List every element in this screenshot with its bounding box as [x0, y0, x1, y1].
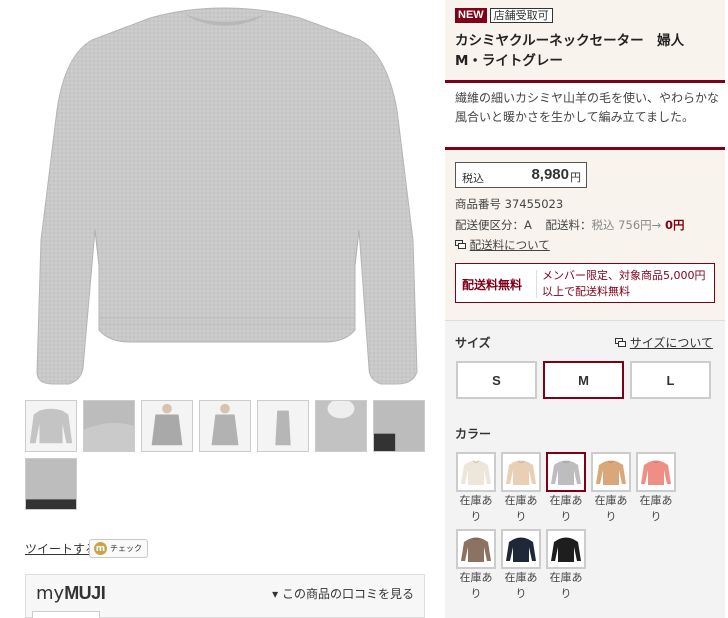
tweet-link[interactable]: ツイートする — [25, 540, 97, 557]
thumbnail-model-side[interactable] — [199, 400, 251, 452]
sweater-color-icon — [456, 529, 496, 569]
thumbnail-model-back[interactable] — [257, 400, 309, 452]
size-guide-link[interactable]: サイズについて — [614, 334, 713, 351]
sweater-color-icon — [501, 529, 541, 569]
color-swatch[interactable]: 在庫あり — [591, 452, 631, 525]
product-options-panel: サイズ サイズについて S M L カラー 在庫あり 在庫あり 在庫あり 在庫あり 在庫… — [445, 320, 725, 618]
color-swatch[interactable]: 在庫あり — [546, 452, 586, 525]
shipping-fee-link[interactable]: 配送料について — [470, 238, 550, 252]
price-amount: 8,980 — [531, 166, 569, 183]
sweater-color-icon — [501, 452, 541, 492]
mymuji-panel: myMUJI ▾ この商品の口コミを見る — [25, 574, 425, 618]
product-description: 繊維の細いカシミヤ山羊の毛を使い、やわらかな風合いと暖かさを生かして編み立てまし… — [455, 91, 720, 124]
color-swatch[interactable]: 在庫あり — [546, 529, 586, 602]
review-link[interactable]: ▾ この商品の口コミを見る — [272, 585, 414, 602]
size-option-m[interactable]: M — [543, 361, 624, 399]
sweater-color-icon — [591, 452, 631, 492]
stock-status: 在庫あり — [459, 494, 493, 523]
size-option-s[interactable]: S — [456, 361, 537, 399]
muji-m-icon: m — [94, 542, 107, 555]
thumbnail-cuff-detail[interactable] — [373, 400, 425, 452]
description-box: 繊維の細いカシミヤ山羊の毛を使い、やわらかな風合いと暖かさを生かして編み立てまし… — [445, 83, 725, 147]
color-swatch[interactable]: 在庫あり — [456, 452, 496, 525]
shipping-link-row[interactable]: 配送料について — [455, 237, 550, 253]
thumbnail-neck-detail[interactable] — [315, 400, 367, 452]
tax-label: 税込 — [462, 172, 484, 185]
divider — [445, 147, 725, 150]
shipping-fee-old: 税込 756円→ — [591, 218, 662, 232]
shipping-fee-new: 0円 — [664, 218, 685, 232]
free-shipping-box: 配送料無料 メンバー限定、対象商品5,000円以上で配送料無料 — [455, 263, 715, 303]
mymuji-logo: myMUJI — [36, 583, 106, 604]
color-swatch[interactable]: 在庫あり — [636, 452, 676, 525]
shipping-class: 配送便区分：A — [455, 218, 532, 232]
product-title: カシミヤクルーネックセーター 婦人 M・ライトグレー — [455, 33, 698, 69]
color-swatch[interactable]: 在庫あり — [501, 452, 541, 525]
price-yen: 円 — [570, 171, 581, 184]
color-heading: カラー — [455, 427, 492, 441]
thumbnail-model-front[interactable] — [141, 400, 193, 452]
size-heading: サイズ — [455, 336, 491, 350]
product-info-panel: NEW 店舗受取可 カシミヤクルーネックセーター 婦人 M・ライトグレー 繊維の… — [445, 0, 725, 320]
thumbnail-texture[interactable] — [83, 400, 135, 452]
store-pickup-badge: 店舗受取可 — [489, 8, 553, 23]
stock-status: 在庫あり — [549, 494, 583, 523]
popup-icon — [455, 238, 470, 252]
shipping-fee-label: 配送料： — [545, 218, 592, 232]
check-label: チェック — [110, 544, 142, 553]
free-shipping-desc: メンバー限定、対象商品5,000円以上で配送料無料 — [542, 269, 706, 298]
new-badge: NEW — [455, 8, 487, 23]
stock-status: 在庫あり — [459, 571, 493, 600]
shipping-info: 配送便区分：A 配送料：税込 756円→ 0円 — [455, 217, 684, 233]
sweater-color-icon — [456, 452, 496, 492]
free-shipping-label: 配送料無料 — [462, 278, 523, 292]
sweater-color-icon — [636, 452, 676, 492]
stock-status: 在庫あり — [594, 494, 628, 523]
size-option-l[interactable]: L — [630, 361, 711, 399]
mymuji-tab[interactable] — [32, 611, 100, 618]
color-swatch[interactable]: 在庫あり — [456, 529, 496, 602]
color-swatch[interactable]: 在庫あり — [501, 529, 541, 602]
price-box: 税込 8,980 円 — [455, 162, 587, 188]
sweater-color-icon — [546, 529, 586, 569]
stock-status: 在庫あり — [504, 571, 538, 600]
item-number: 商品番号 37455023 — [455, 197, 564, 211]
stock-status: 在庫あり — [504, 494, 538, 523]
stock-status: 在庫あり — [639, 494, 673, 523]
thumbnail-fabric[interactable] — [25, 458, 77, 510]
check-button[interactable]: m チェック — [89, 539, 148, 558]
product-main-image — [25, 0, 425, 392]
product-tags: NEW 店舗受取可 — [455, 8, 553, 23]
sweater-color-icon — [546, 452, 586, 492]
popup-icon — [614, 336, 630, 350]
thumbnail-front[interactable] — [25, 400, 77, 452]
stock-status: 在庫あり — [549, 571, 583, 600]
